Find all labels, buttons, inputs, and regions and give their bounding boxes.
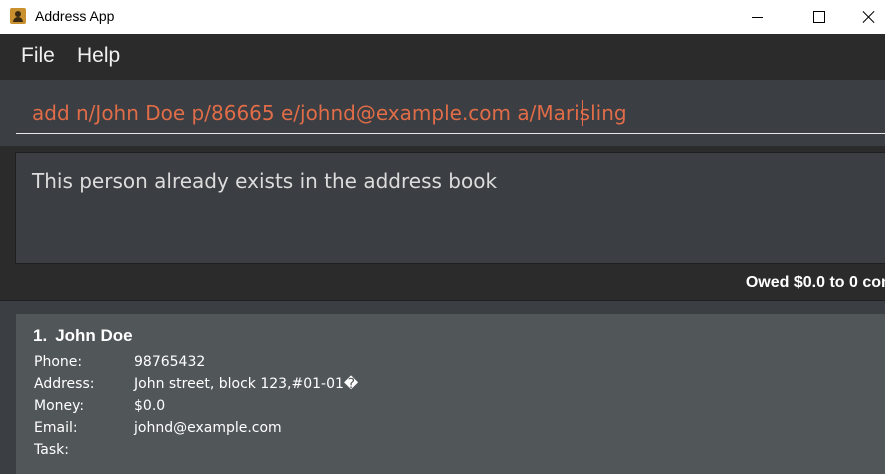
person-name: 1. John Doe	[33, 326, 141, 346]
phone-value: 98765432	[134, 354, 206, 370]
email-label: Email:	[34, 420, 78, 436]
result-message: This person already exists in the addres…	[32, 169, 498, 193]
person-name-text: John Doe	[55, 326, 133, 345]
address-value: John street, block 123,#01-01�	[134, 376, 359, 392]
command-box	[0, 80, 885, 146]
minimize-button[interactable]	[734, 0, 780, 34]
window-title: Address App	[35, 8, 115, 24]
maximize-button[interactable]	[796, 0, 842, 34]
money-value: $0.0	[134, 398, 166, 414]
title-bar: Address App	[0, 0, 885, 34]
close-icon	[862, 10, 876, 24]
result-display-area: This person already exists in the addres…	[0, 146, 885, 300]
address-book-icon	[10, 8, 26, 24]
maximize-icon	[813, 11, 825, 23]
person-card[interactable]: 1. John Doe Phone: 98765432 Address: John…	[16, 314, 885, 474]
person-index: 1.	[33, 326, 48, 345]
task-label: Task:	[34, 442, 69, 458]
menu-file[interactable]: File	[21, 44, 55, 68]
command-input[interactable]	[16, 92, 885, 134]
close-button[interactable]	[846, 0, 885, 34]
owed-summary: Owed $0.0 to 0 conta	[745, 274, 885, 291]
email-value: johnd@example.com	[134, 420, 282, 436]
menu-help[interactable]: Help	[77, 44, 120, 68]
person-list[interactable]: 1. John Doe Phone: 98765432 Address: John…	[0, 301, 885, 474]
minimize-icon	[751, 16, 763, 18]
address-label: Address:	[34, 376, 95, 392]
money-label: Money:	[34, 398, 85, 414]
phone-label: Phone:	[34, 354, 83, 370]
text-caret	[582, 100, 583, 126]
result-display[interactable]: This person already exists in the addres…	[15, 152, 885, 264]
menu-bar: File Help	[0, 34, 885, 81]
